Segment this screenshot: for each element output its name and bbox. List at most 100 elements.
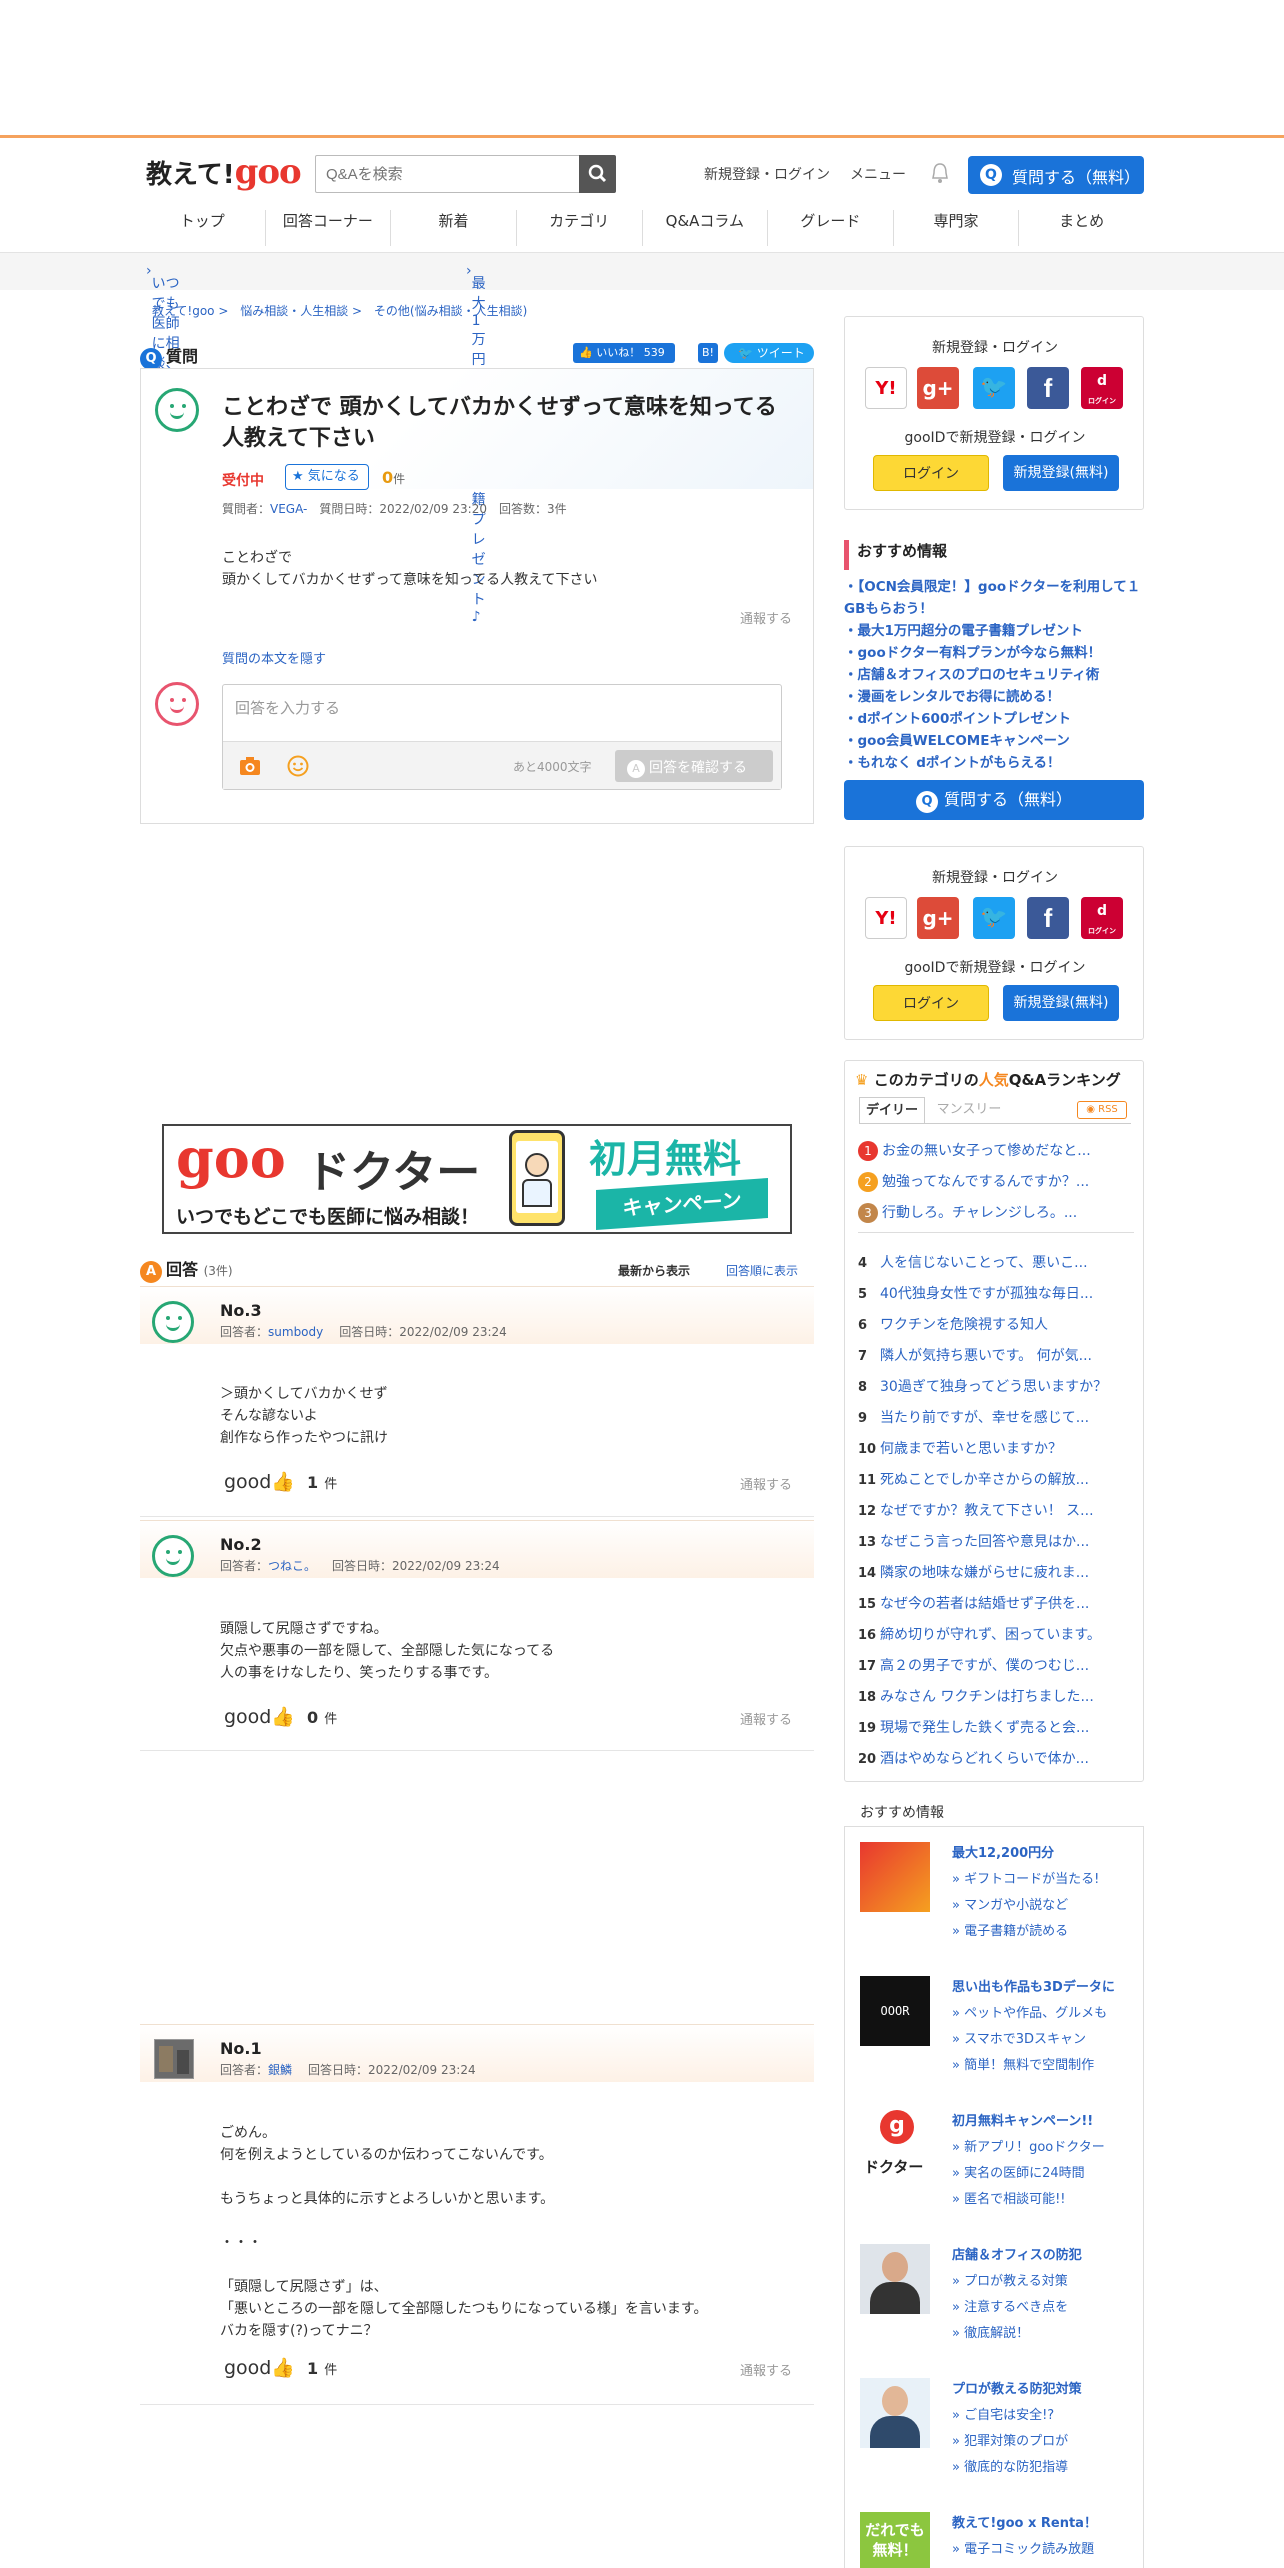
nav-expert[interactable]: 専門家 [894,210,1020,246]
google-login-icon[interactable]: g+ [917,367,959,409]
goo-doctor-banner[interactable]: goo ドクター いつでもどこでも医師に悩み相談！ 初月無料 キャンペーン [162,1124,792,1234]
ranking-item[interactable]: 14 隣家の地味な嫌がらせに疲れま... [858,1562,1134,1582]
promo-link-2[interactable]: › 最大1万円超分の電子書籍プレゼント♪ [466,263,486,625]
rss-button[interactable]: ◉ RSS [1077,1101,1127,1119]
nav-grade[interactable]: グレード [768,210,894,246]
tweet-button[interactable]: 🐦 ツイート [724,343,814,363]
nav-category[interactable]: カテゴリ [517,210,643,246]
docomo-login-icon[interactable]: d ログイン [1081,367,1123,409]
search-input[interactable] [315,155,615,193]
ranking-item[interactable]: 5 40代独身女性ですが孤独な毎日... [858,1283,1134,1303]
answer-input[interactable]: 回答を入力する [235,697,340,718]
breadcrumb-home[interactable]: 教えて!goo [152,304,215,318]
ranking-item[interactable]: 1 お金の無い女子って惨めだなと... [858,1140,1134,1161]
good-button[interactable]: good👍 0 件 [224,1705,337,1728]
recommend-item[interactable]: ・最大1万円超分の電子書籍プレゼント [844,620,1144,642]
camera-icon[interactable] [239,756,261,776]
ranking-link[interactable]: ワクチンを危険視する知人 [880,1317,1048,1333]
ranking-item[interactable]: 19 現場で発生した鉄くず売ると会... [858,1717,1134,1737]
confirm-answer-button[interactable]: A 回答を確認する [615,750,773,782]
site-logo[interactable]: 教えて!goo [146,152,302,192]
login-button[interactable]: ログイン [873,455,989,491]
ranking-link[interactable]: 当たり前ですが、幸せを感じて... [880,1410,1089,1426]
nav-top[interactable]: トップ [140,210,266,246]
recommend-item[interactable]: ・goo会員WELCOMEキャンペーン [844,730,1144,752]
answerer-link[interactable]: つねこ。 [268,1559,316,1573]
good-button[interactable]: good👍 1 件 [224,1470,337,1493]
nav-matome[interactable]: まとめ [1019,210,1144,246]
ranking-item[interactable]: 10 何歳まで若いと思いますか？ [858,1438,1134,1458]
ranking-link[interactable]: 高２の男子ですが、僕のつむじ... [880,1658,1089,1674]
ranking-link[interactable]: みなさん ワクチンは打ちました... [880,1689,1094,1705]
report-question-link[interactable]: 通報する [740,608,792,627]
ranking-item[interactable]: 16 締め切りが守れず、困っています。 [858,1624,1134,1644]
recommend-item[interactable]: ・漫画をレンタルでお得に読める！ [844,686,1144,708]
report-answer-link[interactable]: 通報する [740,2360,792,2379]
ranking-item[interactable]: 17 高２の男子ですが、僕のつむじ... [858,1655,1134,1675]
ranking-item[interactable]: 7 隣人が気持ち悪いです。 何が気... [858,1345,1134,1365]
sidebar-ask-button[interactable]: Q 質問する（無料） [844,780,1144,820]
menu-link[interactable]: メニュー [850,164,906,184]
report-answer-link[interactable]: 通報する [740,1474,792,1493]
ranking-link[interactable]: 人を信じないことって、悪いこ... [880,1255,1088,1271]
ranking-link[interactable]: なぜ今の若者は結婚せず子供を... [880,1596,1089,1612]
bell-icon[interactable] [929,161,951,185]
ranking-item[interactable]: 3 行動しろ。チャレンジしろ。... [858,1202,1134,1223]
recommend-item[interactable]: ・もれなく dポイントがもらえる！ [844,752,1144,774]
nav-answer-corner[interactable]: 回答コーナー [266,210,392,246]
sort-newest[interactable]: 最新から表示 [618,1262,690,1279]
twitter-login-icon[interactable]: 🐦 [973,367,1015,409]
ranking-link[interactable]: 隣家の地味な嫌がらせに疲れま... [880,1565,1089,1581]
ranking-item[interactable]: 11 死ぬことでしか辛さからの解放... [858,1469,1134,1489]
ranking-item[interactable]: 2 勉強ってなんでするんですか？... [858,1171,1134,1192]
ranking-item[interactable]: 15 なぜ今の若者は結婚せず子供を... [858,1593,1134,1613]
follow-button[interactable]: ★ 気になる [285,464,369,490]
tab-monthly[interactable]: マンスリー [929,1097,1009,1123]
ranking-link[interactable]: 30過ぎて独身ってどう思いますか？ [880,1379,1107,1395]
nav-qa-column[interactable]: Q&Aコラム [643,210,769,246]
register-button[interactable]: 新規登録(無料) [1003,455,1119,491]
ranking-link[interactable]: 何歳まで若いと思いますか？ [880,1441,1062,1457]
answerer-link[interactable]: 銀鱗 [268,2063,292,2077]
ranking-item[interactable]: 20 酒はやめならどれくらいで体か... [858,1748,1134,1768]
good-button[interactable]: good👍 1 件 [224,2356,337,2379]
ranking-item[interactable]: 4 人を信じないことって、悪いこ... [858,1252,1134,1272]
ranking-item[interactable]: 9 当たり前ですが、幸せを感じて... [858,1407,1134,1427]
ranking-link[interactable]: 現場で発生した鉄くず売ると会... [880,1720,1089,1736]
like-button[interactable]: 👍 いいね！ 539 [573,343,675,363]
ranking-link[interactable]: なぜこう言った回答や意見はか... [880,1534,1089,1550]
ranking-link[interactable]: 締め切りが守れず、困っています。 [880,1627,1101,1643]
facebook-login-icon[interactable]: f [1027,897,1069,939]
ranking-item[interactable]: 13 なぜこう言った回答や意見はか... [858,1531,1134,1551]
recommend-item[interactable]: ・店舗＆オフィスのプロのセキュリティ術 [844,664,1144,686]
ranking-link[interactable]: なぜですか？教えて下さい！ ス... [880,1503,1094,1519]
yahoo-login-icon[interactable]: Y! [865,897,907,939]
register-login-link[interactable]: 新規登録・ログイン [704,164,830,184]
ranking-item[interactable]: 8 30過ぎて独身ってどう思いますか？ [858,1376,1134,1396]
breadcrumb-category[interactable]: 悩み相談・人生相談 [240,304,348,318]
breadcrumb-subcategory[interactable]: その他(悩み相談・人生相談) [374,304,527,318]
recommend-item[interactable]: ・dポイント600ポイントプレゼント [844,708,1144,730]
register-button[interactable]: 新規登録(無料) [1003,985,1119,1021]
bookmark-icon[interactable]: B! [698,343,718,363]
docomo-login-icon[interactable]: d ログイン [1081,897,1123,939]
google-login-icon[interactable]: g+ [917,897,959,939]
sort-oldest[interactable]: 回答順に表示 [726,1262,798,1279]
yahoo-login-icon[interactable]: Y! [865,367,907,409]
hide-body-link[interactable]: 質問の本文を隠す [222,648,326,667]
ranking-link[interactable]: 行動しろ。チャレンジしろ。... [882,1205,1077,1221]
recommend-item[interactable]: ・【OCN会員限定！】gooドクターを利用して１GBもらおう！ [844,576,1144,620]
ranking-item[interactable]: 18 みなさん ワクチンは打ちました... [858,1686,1134,1706]
twitter-login-icon[interactable]: 🐦 [973,897,1015,939]
facebook-login-icon[interactable]: f [1027,367,1069,409]
tab-daily[interactable]: デイリー [859,1097,925,1123]
report-answer-link[interactable]: 通報する [740,1709,792,1728]
recommend-item[interactable]: ・gooドクター有料プランが今なら無料！ [844,642,1144,664]
ranking-link[interactable]: 酒はやめならどれくらいで体か... [880,1751,1089,1767]
promo-link-1[interactable]: › いつでも医師に相談、gooドクター [146,263,180,428]
nav-new[interactable]: 新着 [391,210,517,246]
ranking-link[interactable]: お金の無い女子って惨めだなと... [882,1143,1091,1159]
ranking-item[interactable]: 12 なぜですか？教えて下さい！ ス... [858,1500,1134,1520]
answerer-link[interactable]: sumbody [268,1325,323,1339]
emoji-icon[interactable] [287,755,309,777]
